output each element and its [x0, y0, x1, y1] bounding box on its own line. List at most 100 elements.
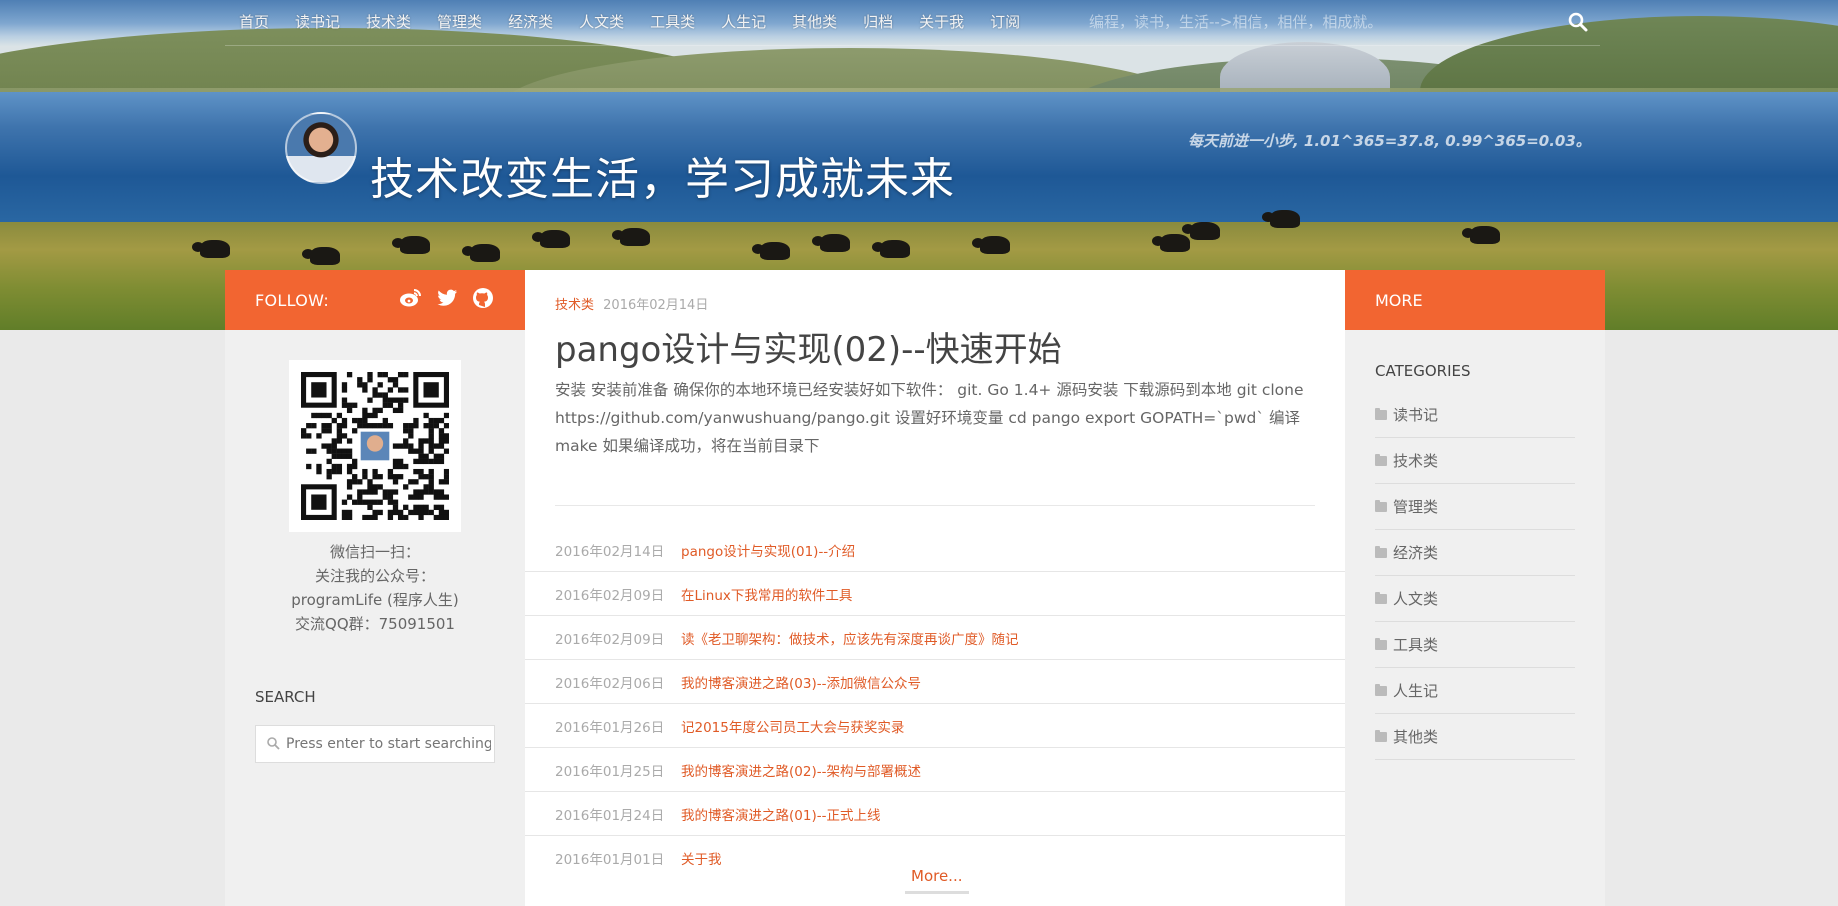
- list-item: 2016年01月25日 我的博客演进之路(02)--架构与部署概述: [525, 748, 1345, 792]
- yak: [1462, 226, 1500, 244]
- folder-icon: [1375, 407, 1387, 420]
- social-links: [399, 286, 495, 310]
- yak: [1262, 210, 1300, 228]
- folder-icon: [1375, 683, 1387, 696]
- folder-icon: [1375, 591, 1387, 604]
- list-item: 2016年01月24日 我的博客演进之路(01)--正式上线: [525, 792, 1345, 836]
- post-excerpt: 安装 安装前准备 确保你的本地环境已经安装好如下软件： git. Go 1.4+…: [555, 381, 1304, 455]
- nav-item-home[interactable]: 首页: [239, 11, 269, 32]
- post-list-date: 2016年02月14日: [555, 543, 665, 560]
- list-item: 2016年02月06日 我的博客演进之路(03)--添加微信公众号: [525, 660, 1345, 704]
- search-heading: SEARCH: [255, 688, 316, 706]
- category-label: 管理类: [1393, 498, 1439, 516]
- main-content: 技术类 2016年02月14日 pango设计与实现(02)--快速开始 安装 …: [525, 270, 1345, 906]
- yak: [532, 230, 570, 248]
- yak: [972, 236, 1010, 254]
- category-label: 技术类: [1393, 452, 1439, 470]
- qr-caption-line: 交流QQ群：75091501: [295, 615, 455, 633]
- more-posts-link[interactable]: More...: [905, 867, 969, 894]
- site-avatar[interactable]: [285, 112, 357, 184]
- nav-item-about[interactable]: 关于我: [919, 11, 964, 32]
- nav-item-archive[interactable]: 归档: [863, 11, 893, 32]
- twitter-icon[interactable]: [435, 286, 459, 310]
- category-item[interactable]: 人生记: [1375, 668, 1575, 714]
- post-list-date: 2016年02月09日: [555, 587, 665, 604]
- folder-icon: [1375, 729, 1387, 742]
- yak: [302, 247, 340, 265]
- site-description: 每天前进一小步, 1.01^365=37.8, 0.99^365=0.03。: [1188, 132, 1591, 150]
- post-list-date: 2016年01月01日: [555, 852, 665, 868]
- more-heading: MORE: [1375, 290, 1423, 310]
- folder-icon: [1375, 499, 1387, 512]
- post-title[interactable]: pango设计与实现(02)--快速开始: [555, 322, 1062, 371]
- nav-item-humanities[interactable]: 人文类: [579, 11, 624, 32]
- list-item: 2016年02月09日 在Linux下我常用的软件工具: [525, 572, 1345, 616]
- categories-list: 读书记 技术类 管理类 经济类 人文类 工具类 人生记 其他类: [1375, 392, 1575, 760]
- post-list-link[interactable]: 记2015年度公司员工大会与获奖实录: [681, 716, 904, 736]
- wechat-qr-code: [289, 360, 461, 532]
- nav-item-reading[interactable]: 读书记: [295, 11, 340, 32]
- weibo-icon[interactable]: [399, 286, 423, 310]
- category-item[interactable]: 管理类: [1375, 484, 1575, 530]
- follow-label: FOLLOW:: [255, 290, 330, 310]
- yak: [1182, 222, 1220, 240]
- recent-posts-list: 2016年02月14日 pango设计与实现(01)--介绍 2016年02月09…: [525, 528, 1345, 880]
- nav-item-tech[interactable]: 技术类: [366, 11, 411, 32]
- list-item: 2016年02月14日 pango设计与实现(01)--介绍: [525, 528, 1345, 572]
- yak: [462, 244, 500, 262]
- post-list-link[interactable]: 关于我: [681, 848, 722, 868]
- post-list-date: 2016年02月09日: [555, 631, 665, 648]
- nav-menu: 首页 读书记 技术类 管理类 经济类 人文类 工具类 人生记 其他类 归档 关于…: [239, 11, 1046, 32]
- category-label: 读书记: [1393, 406, 1439, 424]
- yak: [392, 236, 430, 254]
- yak: [872, 240, 910, 258]
- page-background: [1605, 330, 1838, 906]
- post-list-date: 2016年02月06日: [555, 675, 665, 692]
- qr-caption-line: 关注我的公众号：: [314, 567, 435, 585]
- category-item[interactable]: 经济类: [1375, 530, 1575, 576]
- category-item[interactable]: 其他类: [1375, 714, 1575, 760]
- divider: [555, 505, 1315, 506]
- github-icon[interactable]: [471, 286, 495, 310]
- yak: [752, 242, 790, 260]
- search-icon: [266, 735, 280, 754]
- category-item[interactable]: 技术类: [1375, 438, 1575, 484]
- nav-item-other[interactable]: 其他类: [792, 11, 837, 32]
- search-input[interactable]: [286, 736, 491, 752]
- nav-item-management[interactable]: 管理类: [437, 11, 482, 32]
- category-label: 人生记: [1393, 682, 1439, 700]
- nav-item-subscribe[interactable]: 订阅: [990, 11, 1020, 32]
- nav-item-economics[interactable]: 经济类: [508, 11, 553, 32]
- post-list-link[interactable]: 我的博客演进之路(03)--添加微信公众号: [681, 672, 921, 692]
- qr-code-image: [301, 372, 450, 521]
- nav-item-life[interactable]: 人生记: [721, 11, 766, 32]
- nav-item-tools[interactable]: 工具类: [650, 11, 695, 32]
- folder-icon: [1375, 637, 1387, 650]
- nav-tagline: 编程，读书，生活-->相信，相伴，相成就。: [1089, 13, 1383, 31]
- post-list-link[interactable]: 读《老卫聊架构：做技术，应该先有深度再谈广度》随记: [681, 628, 1019, 648]
- search-box: [255, 725, 495, 763]
- folder-icon: [1375, 453, 1387, 466]
- category-item[interactable]: 人文类: [1375, 576, 1575, 622]
- post-date: 2016年02月14日: [603, 298, 709, 313]
- category-label: 经济类: [1393, 544, 1439, 562]
- yak: [192, 240, 230, 258]
- category-label: 工具类: [1393, 636, 1439, 654]
- category-item[interactable]: 读书记: [1375, 392, 1575, 438]
- yak: [1152, 234, 1190, 252]
- post-list-link[interactable]: 我的博客演进之路(02)--架构与部署概述: [681, 760, 921, 780]
- post-list-link[interactable]: 我的博客演进之路(01)--正式上线: [681, 804, 880, 824]
- follow-bar: FOLLOW:: [225, 270, 525, 330]
- post-category-link[interactable]: 技术类: [555, 298, 594, 313]
- yak: [612, 228, 650, 246]
- right-sidebar: MORE CATEGORIES 读书记 技术类 管理类 经济类 人文类 工具类 …: [1345, 270, 1605, 906]
- category-item[interactable]: 工具类: [1375, 622, 1575, 668]
- search-icon[interactable]: [1566, 10, 1590, 34]
- top-navigation: 首页 读书记 技术类 管理类 经济类 人文类 工具类 人生记 其他类 归档 关于…: [225, 0, 1600, 46]
- site-title[interactable]: 技术改变生活，学习成就未来: [370, 143, 955, 207]
- category-label: 其他类: [1393, 728, 1439, 746]
- left-sidebar: FOLLOW: 微信扫一扫： 关注我的公众号： programLife (程序人…: [225, 270, 525, 906]
- post-list-link[interactable]: pango设计与实现(01)--介绍: [681, 540, 855, 560]
- post-list-date: 2016年01月26日: [555, 719, 665, 736]
- post-list-link[interactable]: 在Linux下我常用的软件工具: [681, 584, 852, 604]
